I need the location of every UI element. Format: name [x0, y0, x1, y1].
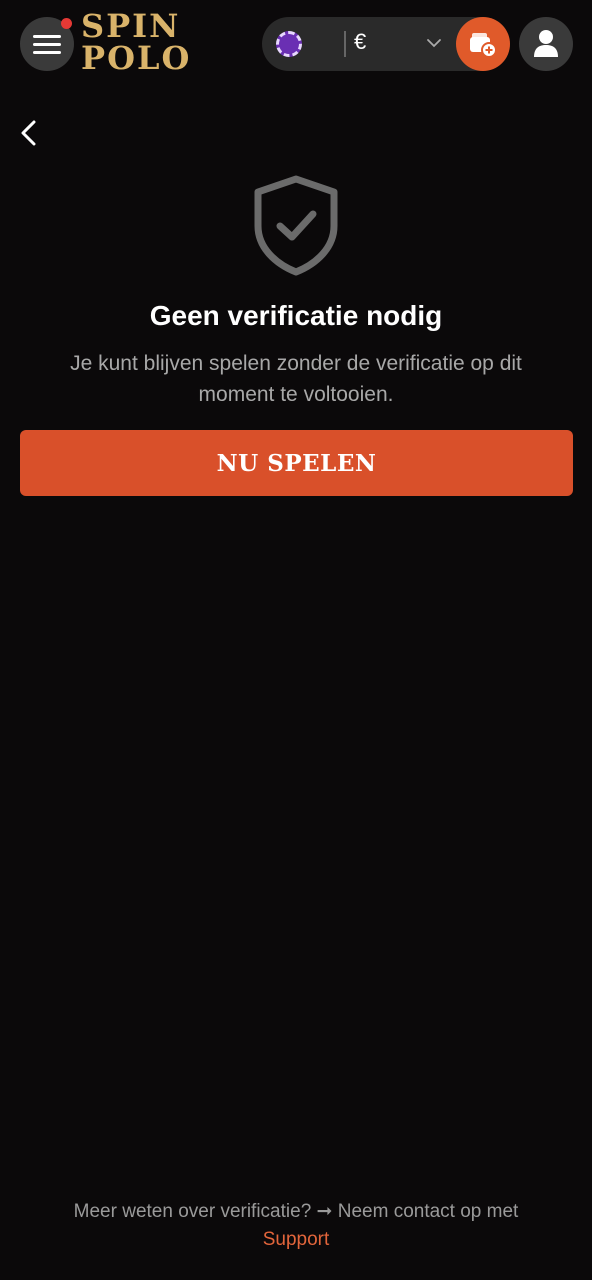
shield-check-icon: [254, 175, 338, 276]
hamburger-menu-icon: [33, 35, 61, 54]
deposit-button[interactable]: [456, 17, 510, 71]
footer-text: Meer weten over verificatie? ➞ Neem cont…: [73, 1201, 519, 1222]
user-icon: [534, 30, 558, 57]
page-title: Geen verificatie nodig: [149, 300, 443, 331]
chevron-down-icon: [427, 39, 441, 48]
logo-text-line1: SPIN: [81, 7, 181, 45]
notification-dot-icon: [61, 18, 72, 29]
support-link[interactable]: Support: [263, 1229, 330, 1250]
page-subtitle: Je kunt blijven spelen zonder de verific…: [70, 352, 522, 406]
divider: [344, 31, 346, 57]
casino-chip-icon: [276, 31, 302, 57]
play-now-button[interactable]: NU SPELEN: [20, 430, 573, 496]
top-header: SPIN POLO €: [0, 0, 592, 90]
menu-button[interactable]: [20, 17, 74, 71]
profile-button[interactable]: [519, 17, 573, 71]
footer-help-text: Meer weten over verificatie? ➞ Neem cont…: [40, 1198, 552, 1254]
currency-symbol: €: [354, 29, 367, 54]
logo[interactable]: SPIN POLO: [81, 10, 191, 78]
logo-text-line2: POLO: [81, 39, 192, 77]
back-button[interactable]: [14, 116, 44, 150]
wallet-add-icon: [470, 33, 497, 58]
